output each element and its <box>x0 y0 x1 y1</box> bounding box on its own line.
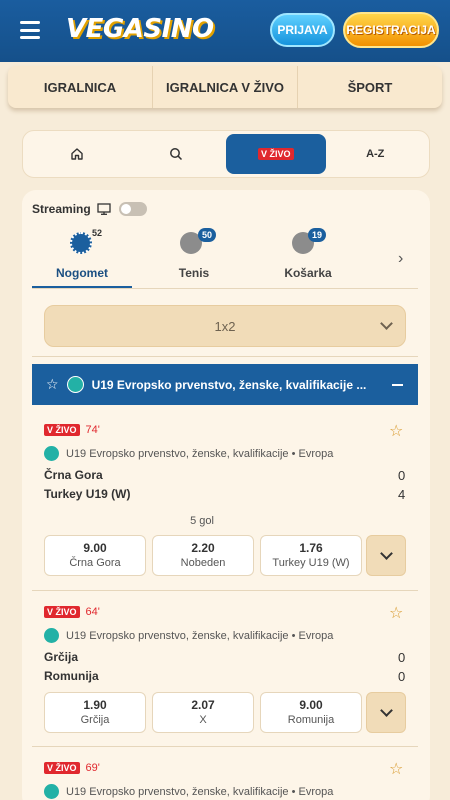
register-button[interactable]: REGISTRACIJA <box>343 12 439 48</box>
home-team: Črna Gora <box>44 468 103 482</box>
live-badge: V ŽIVO <box>44 606 80 618</box>
tabs-divider <box>32 288 418 289</box>
favorite-star-icon[interactable]: ☆ <box>389 603 403 623</box>
more-markets-button[interactable] <box>366 535 406 576</box>
globe-icon <box>44 446 59 461</box>
odd-label: Romunija <box>287 714 335 726</box>
live-badge: V ŽIVO <box>257 148 294 160</box>
odd-value: 1.76 <box>299 541 323 555</box>
odds-row: 9.00 Črna Gora 2.20 Nobeden 1.76 Turkey … <box>44 535 362 576</box>
nav-igralnica[interactable]: IGRALNICA <box>8 66 153 108</box>
match-status: V ŽIVO 64' <box>44 606 100 618</box>
more-markets-button[interactable] <box>366 692 406 733</box>
football-icon <box>70 232 92 254</box>
az-filter-button[interactable]: A-Z <box>326 134 426 174</box>
match-status: V ŽIVO 74' <box>44 424 100 436</box>
odd-button-home[interactable]: 1.90 Grčija <box>44 692 146 733</box>
favorite-star-icon[interactable]: ☆ <box>389 421 403 441</box>
sport-count: 19 <box>308 228 327 242</box>
competition-header[interactable]: ☆ U19 Evropsko prvenstvo, ženske, kvalif… <box>32 364 418 405</box>
search-icon <box>170 148 183 161</box>
match-minute: 74' <box>85 424 100 436</box>
home-icon <box>71 148 83 160</box>
home-filter-button[interactable] <box>27 134 127 174</box>
odd-value: 2.20 <box>191 541 215 555</box>
live-badge: V ŽIVO <box>44 424 80 436</box>
tab-tenis[interactable]: 50 Tenis <box>144 226 244 288</box>
streaming-toggle[interactable] <box>118 202 147 216</box>
away-score: 0 <box>398 669 406 684</box>
competition-name: U19 Evropsko prvenstvo, ženske, kvalifik… <box>66 629 334 642</box>
divider <box>32 356 418 357</box>
collapse-icon[interactable] <box>391 383 403 386</box>
competition-name: U19 Evropsko prvenstvo, ženske, kvalifik… <box>66 785 334 798</box>
favorite-star-icon[interactable]: ☆ <box>389 759 403 779</box>
menu-icon[interactable] <box>20 21 40 39</box>
tab-nogomet[interactable]: 52 Nogomet <box>32 226 132 288</box>
divider <box>32 590 418 591</box>
match-competition: U19 Evropsko prvenstvo, ženske, kvalifik… <box>44 628 333 643</box>
odd-button-away[interactable]: 1.76 Turkey U19 (W) <box>260 535 362 576</box>
sport-label: Nogomet <box>56 266 108 280</box>
search-filter-button[interactable] <box>127 134 227 174</box>
odd-button-draw[interactable]: 2.07 X <box>152 692 254 733</box>
site-logo[interactable]: VEGASINO <box>66 14 214 44</box>
odd-button-away[interactable]: 9.00 Romunija <box>260 692 362 733</box>
globe-icon <box>66 376 84 393</box>
odd-value: 1.90 <box>83 698 107 712</box>
odd-value: 9.00 <box>299 698 323 712</box>
home-score: 0 <box>398 650 406 665</box>
globe-icon <box>44 628 59 643</box>
star-icon[interactable]: ☆ <box>46 376 59 393</box>
nav-igralnica-v-zivo[interactable]: IGRALNICA V ŽIVO <box>153 66 298 108</box>
sport-count: 52 <box>92 228 103 238</box>
match-minute: 69' <box>85 762 100 774</box>
odds-row: 1.90 Grčija 2.07 X 9.00 Romunija <box>44 692 362 733</box>
odd-label: Nobeden <box>180 557 226 569</box>
odd-button-draw[interactable]: 2.20 Nobeden <box>152 535 254 576</box>
sport-label: Košarka <box>284 266 332 280</box>
home-score: 0 <box>398 468 406 483</box>
market-select-value: 1x2 <box>214 318 236 334</box>
away-team: Romunija <box>44 669 99 683</box>
odd-button-home[interactable]: 9.00 Črna Gora <box>44 535 146 576</box>
home-team: Grčija <box>44 650 79 664</box>
sport-label: Tenis <box>178 266 210 280</box>
odd-label: X <box>199 714 207 726</box>
away-team: Turkey U19 (W) <box>44 487 131 501</box>
tab-kosarka[interactable]: 19 Košarka <box>258 226 358 288</box>
streaming-label: Streaming <box>32 202 91 216</box>
match-status: V ŽIVO 69' <box>44 762 100 774</box>
match-competition: U19 Evropsko prvenstvo, ženske, kvalifik… <box>44 784 333 799</box>
login-button[interactable]: PRIJAVA <box>270 13 335 47</box>
goals-note: 5 gol <box>190 515 214 527</box>
monitor-icon <box>97 203 111 215</box>
main-navigation: IGRALNICA IGRALNICA V ŽIVO ŠPORT <box>8 66 442 108</box>
competition-title: U19 Evropsko prvenstvo, ženske, kvalifik… <box>91 377 367 392</box>
sport-count: 50 <box>198 228 217 242</box>
odd-value: 2.07 <box>191 698 215 712</box>
odd-label: Grčija <box>80 714 110 726</box>
away-score: 4 <box>398 487 406 502</box>
odd-label: Turkey U19 (W) <box>272 557 350 569</box>
match-minute: 64' <box>85 606 100 618</box>
sports-tabs: 52 Nogomet 50 Tenis 19 Košarka <box>32 226 412 288</box>
top-header: VEGASINO PRIJAVA REGISTRACIJA <box>0 0 450 62</box>
market-select[interactable]: 1x2 <box>44 305 406 347</box>
odd-value: 9.00 <box>83 541 107 555</box>
divider <box>32 746 418 747</box>
globe-icon <box>44 784 59 799</box>
live-filter-tab[interactable]: V ŽIVO <box>226 134 326 174</box>
odd-label: Črna Gora <box>69 557 121 569</box>
filter-bar: V ŽIVO A-Z <box>22 130 430 178</box>
nav-sport[interactable]: ŠPORT <box>298 66 442 108</box>
match-competition: U19 Evropsko prvenstvo, ženske, kvalifik… <box>44 446 333 461</box>
chevron-right-icon[interactable]: › <box>398 250 403 268</box>
streaming-row: Streaming <box>32 202 147 216</box>
chevron-down-icon <box>380 317 393 330</box>
competition-name: U19 Evropsko prvenstvo, ženske, kvalifik… <box>66 447 334 460</box>
live-badge: V ŽIVO <box>44 762 80 774</box>
